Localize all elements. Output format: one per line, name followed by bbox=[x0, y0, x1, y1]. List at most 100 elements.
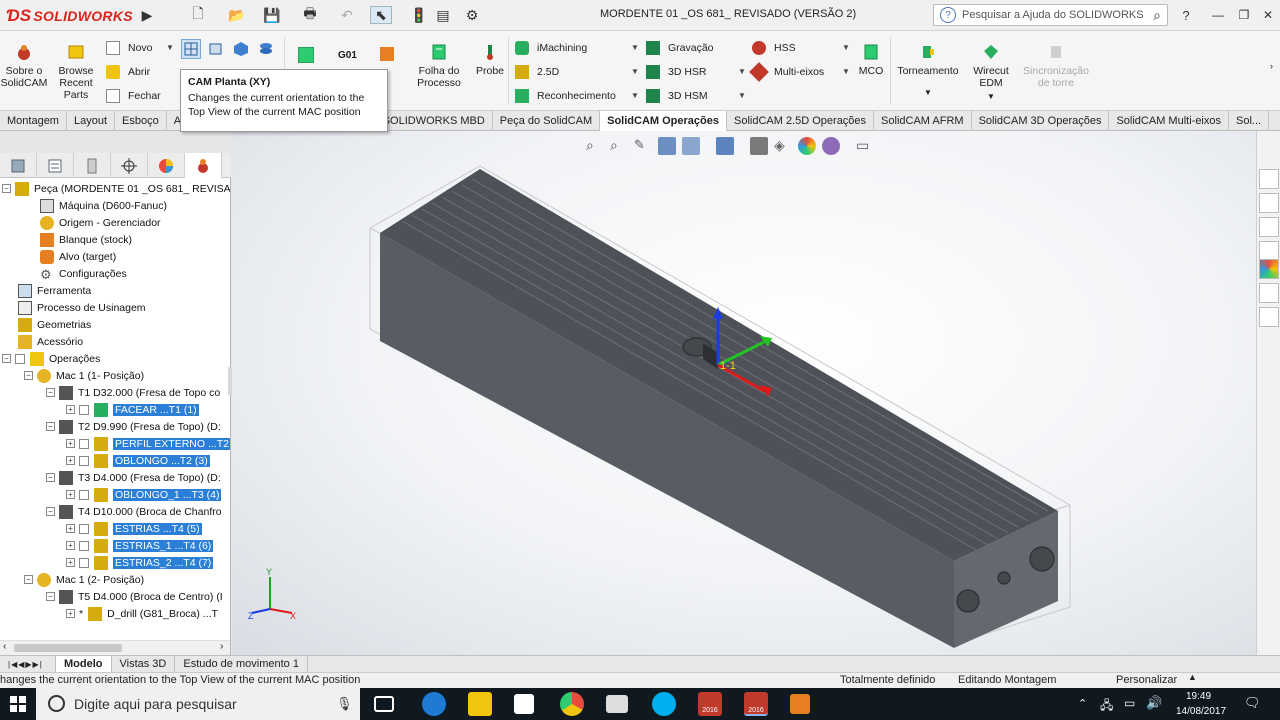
tab-vistas-3d[interactable]: Vistas 3D bbox=[112, 656, 176, 672]
scroll-left-icon[interactable]: ‹ bbox=[3, 641, 6, 652]
part-3d-model[interactable]: 1-1 bbox=[232, 131, 1256, 655]
windows-start-icon[interactable] bbox=[10, 696, 26, 712]
tab-solidworks-mbd[interactable]: SOLIDWORKS MBD bbox=[376, 111, 493, 131]
tab-navigation-arrows-icon[interactable]: |◀◀▶▶| bbox=[0, 656, 56, 672]
tab-solidcam-afrm[interactable]: SolidCAM AFRM bbox=[874, 111, 972, 131]
recognition-dropdown-chevron-icon[interactable]: ▼ bbox=[631, 91, 639, 100]
tree-geometries[interactable]: Geometrias bbox=[18, 316, 91, 333]
tree-operations[interactable]: − Operações bbox=[2, 350, 100, 367]
tree-op-estrias-1[interactable]: + ESTRIAS_1 ...T4 (6) bbox=[66, 537, 214, 554]
solidworks-forum-icon[interactable] bbox=[1259, 307, 1279, 327]
collapse-icon[interactable]: − bbox=[46, 473, 55, 482]
3d-hsm-dropdown-chevron-icon[interactable]: ▼ bbox=[738, 91, 746, 100]
tree-tool-t5[interactable]: − T5 D4.000 (Broca de Centro) (I bbox=[46, 588, 223, 605]
feature-manager-tab[interactable] bbox=[0, 153, 37, 178]
solidworks-2016-taskbar-icon[interactable]: 2016 bbox=[698, 692, 722, 716]
tree-mac1-position2[interactable]: − Mac 1 (2- Posição) bbox=[24, 571, 144, 588]
print-icon[interactable]: 🖶 bbox=[298, 5, 322, 24]
expand-icon[interactable]: + bbox=[66, 405, 75, 414]
solidcam-manager-tab[interactable] bbox=[185, 153, 222, 178]
tree-target[interactable]: Alvo (target) bbox=[40, 248, 116, 265]
3d-hsr-dropdown-chevron-icon[interactable]: ▼ bbox=[738, 67, 746, 76]
restore-window-icon[interactable]: ❐ bbox=[1236, 6, 1252, 24]
expand-icon[interactable]: + bbox=[66, 609, 75, 618]
wirecut-edm-button[interactable]: Wirecut EDM ▼ bbox=[966, 39, 1016, 103]
engraving-button[interactable]: Gravação bbox=[646, 39, 714, 57]
expand-icon[interactable]: + bbox=[66, 541, 75, 550]
save-icon[interactable]: 💾 bbox=[260, 6, 284, 24]
office-icon[interactable] bbox=[790, 694, 810, 714]
process-sheet-button[interactable]: Folha do Processo bbox=[414, 39, 464, 89]
search-icon[interactable]: ⌕ bbox=[1153, 7, 1161, 24]
network-icon[interactable]: 🖧 bbox=[1100, 696, 1113, 717]
notifications-icon[interactable]: 🗨 bbox=[1244, 695, 1261, 711]
design-library-icon[interactable] bbox=[1259, 193, 1279, 213]
display-manager-tab[interactable] bbox=[148, 153, 185, 178]
panel-collapse-handle[interactable] bbox=[228, 367, 232, 395]
appearances-icon[interactable] bbox=[1259, 259, 1279, 279]
minimize-window-icon[interactable]: — bbox=[1210, 6, 1226, 24]
tree-machine[interactable]: Máquina (D600-Fanuc) bbox=[40, 197, 167, 214]
tree-op-oblongo[interactable]: + OBLONGO ...T2 (3) bbox=[66, 452, 210, 469]
cam-front-view-button[interactable] bbox=[207, 40, 225, 58]
imachining-button[interactable]: iMachining bbox=[515, 39, 587, 57]
expand-icon[interactable]: + bbox=[66, 456, 75, 465]
calculate-table-icon[interactable] bbox=[298, 47, 314, 63]
home-resources-icon[interactable] bbox=[1259, 169, 1279, 189]
tab-peca-solidcam[interactable]: Peça do SolidCAM bbox=[493, 111, 601, 131]
cam-iso-view-button[interactable] bbox=[232, 40, 250, 58]
solidworks-logo[interactable]: ƊS SOLIDWORKS bbox=[6, 6, 133, 26]
simulate-icon[interactable] bbox=[380, 47, 394, 61]
customize-dropdown-chevron-icon[interactable]: ▲ bbox=[1188, 672, 1197, 682]
hss-dropdown-chevron-icon[interactable]: ▼ bbox=[842, 43, 850, 52]
tree-fixtures[interactable]: Acessório bbox=[18, 333, 83, 350]
cam-stack-view-button[interactable] bbox=[257, 40, 275, 58]
imachining-dropdown-chevron-icon[interactable]: ▼ bbox=[631, 43, 639, 52]
tree-horizontal-scrollbar[interactable]: ‹ › bbox=[0, 640, 230, 655]
probe-button[interactable]: Probe bbox=[470, 39, 510, 77]
wirecut-dropdown-chevron-icon[interactable]: ▼ bbox=[966, 91, 1016, 103]
tab-montagem[interactable]: Montagem bbox=[0, 111, 67, 131]
op-checkbox[interactable] bbox=[79, 489, 89, 500]
property-manager-tab[interactable] bbox=[37, 153, 74, 178]
expand-icon[interactable]: + bbox=[66, 558, 75, 567]
battery-icon[interactable]: ▭ bbox=[1124, 696, 1135, 710]
operations-checkbox[interactable] bbox=[15, 353, 25, 364]
op-checkbox[interactable] bbox=[79, 540, 89, 551]
taskbar-search-input[interactable]: Digite aqui para pesquisar 🎙 bbox=[36, 688, 360, 720]
tree-tool-t3[interactable]: − T3 D4.000 (Fresa de Topo) (D: bbox=[46, 469, 221, 486]
collapse-icon[interactable]: − bbox=[46, 507, 55, 516]
close-solidcam-button[interactable]: Fechar bbox=[106, 87, 161, 105]
tree-stock[interactable]: Blanque (stock) bbox=[40, 231, 132, 248]
op-checkbox[interactable] bbox=[79, 523, 89, 534]
expand-icon[interactable]: + bbox=[66, 524, 75, 533]
tab-solidcam-multi-axis[interactable]: SolidCAM Multi-eixos bbox=[1109, 111, 1229, 131]
view-palette-icon[interactable] bbox=[1259, 241, 1279, 261]
close-window-icon[interactable]: ✕ bbox=[1260, 6, 1276, 24]
collapse-icon[interactable]: − bbox=[46, 592, 55, 601]
tray-overflow-icon[interactable]: ⌃ bbox=[1078, 697, 1087, 710]
tab-modelo[interactable]: Modelo bbox=[56, 656, 112, 672]
tab-layout[interactable]: Layout bbox=[67, 111, 116, 131]
expand-menu-icon[interactable]: ▶ bbox=[140, 6, 154, 24]
scroll-right-icon[interactable]: › bbox=[220, 641, 223, 652]
scrollbar-thumb[interactable] bbox=[14, 644, 122, 652]
skype-icon[interactable] bbox=[652, 692, 676, 716]
help-search-input[interactable]: ? Pesquisar a Ajuda do SOLIDWORKS ⌕ bbox=[933, 4, 1168, 26]
expand-icon[interactable]: + bbox=[66, 439, 75, 448]
tree-machining-process[interactable]: Processo de Usinagem bbox=[18, 299, 146, 316]
chrome-icon[interactable] bbox=[560, 692, 584, 716]
file-explorer-taskbar-icon[interactable] bbox=[468, 692, 492, 716]
file-properties-icon[interactable]: ▤ bbox=[434, 6, 452, 24]
mail-icon[interactable] bbox=[606, 695, 628, 713]
file-explorer-icon[interactable] bbox=[1259, 217, 1279, 237]
undo-icon[interactable]: ↶ bbox=[334, 6, 360, 24]
collapse-icon[interactable]: − bbox=[24, 575, 33, 584]
help-button[interactable]: ? bbox=[1176, 6, 1196, 24]
mco-button[interactable]: MCO bbox=[856, 39, 886, 77]
configuration-manager-tab[interactable] bbox=[74, 153, 111, 178]
tree-tool-t4[interactable]: − T4 D10.000 (Broca de Chanfro bbox=[46, 503, 222, 520]
options-gear-icon[interactable]: ⚙ bbox=[458, 6, 486, 24]
store-icon[interactable] bbox=[514, 694, 534, 714]
collapse-icon[interactable]: − bbox=[2, 184, 11, 193]
